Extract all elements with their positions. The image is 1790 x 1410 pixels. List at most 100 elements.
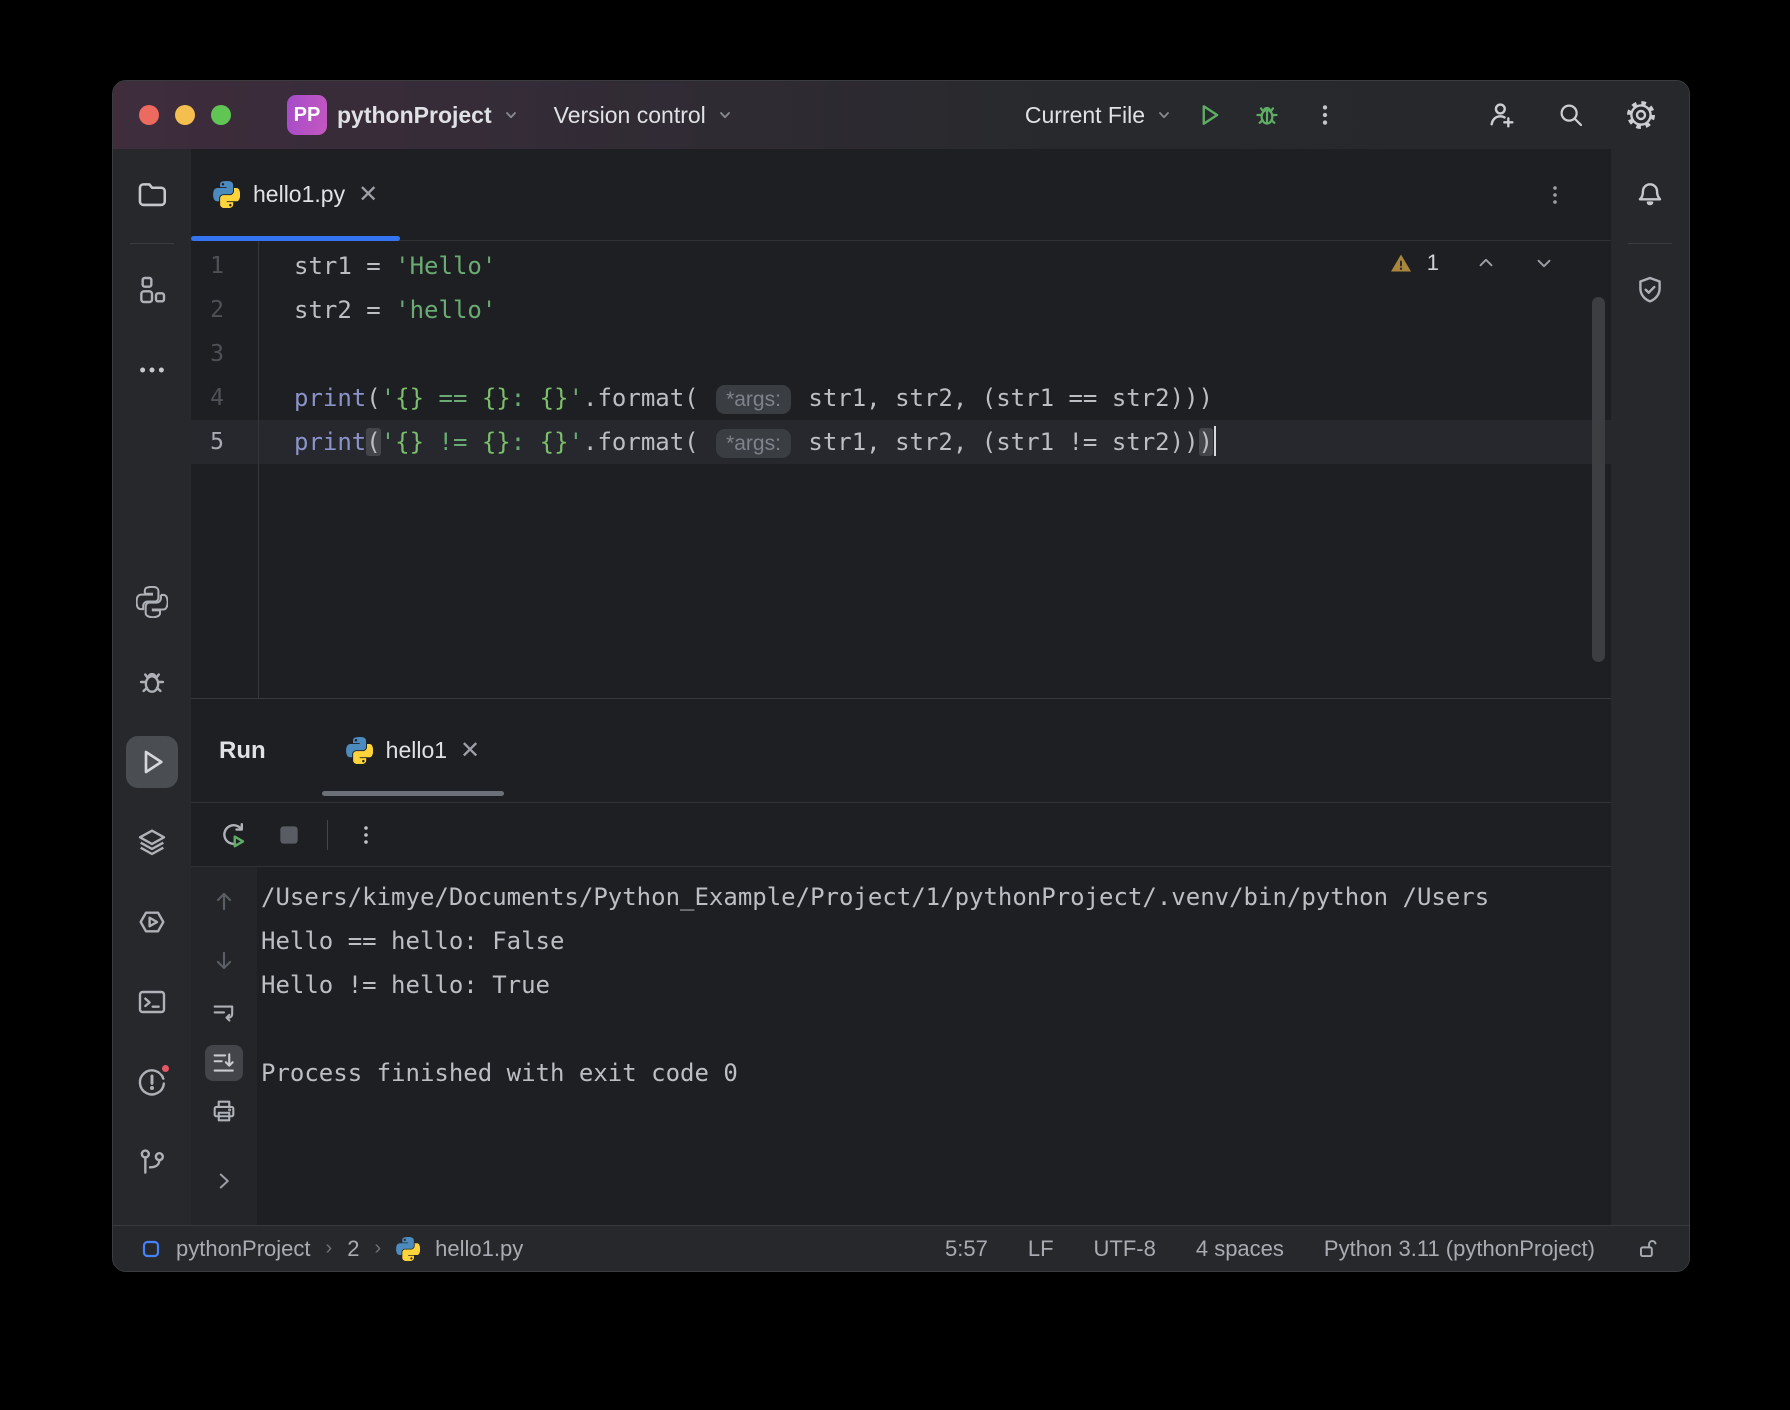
code-editor[interactable]: 1 str1 = 'Hello' 2 str2 = 'hello' 3 4 print('{… bbox=[191, 241, 1611, 698]
unlocked-icon[interactable] bbox=[1635, 1236, 1661, 1262]
run-tab-label: hello1 bbox=[385, 737, 448, 763]
scroll-down-button[interactable] bbox=[205, 943, 243, 979]
code-line[interactable]: 4 print('{} == {}: {}'.format( *args: str… bbox=[191, 376, 1611, 420]
line-number: 4 bbox=[210, 385, 224, 411]
scroll-up-button[interactable] bbox=[205, 883, 243, 919]
pycharm-window: PP pythonProject Version control Current… bbox=[112, 80, 1690, 1272]
console-more-options-button[interactable] bbox=[348, 817, 384, 853]
indent-widget[interactable]: 4 spaces bbox=[1196, 1236, 1284, 1262]
next-problem-button[interactable] bbox=[1533, 252, 1555, 274]
stop-icon bbox=[280, 825, 298, 844]
code-token: != bbox=[424, 428, 482, 456]
active-run-tab-indicator bbox=[321, 791, 505, 796]
structure-tool-window-button[interactable] bbox=[126, 264, 178, 316]
stop-button[interactable] bbox=[271, 817, 307, 853]
printer-icon bbox=[213, 1100, 235, 1122]
notifications-button[interactable] bbox=[1624, 169, 1676, 221]
code-with-me-button[interactable] bbox=[1479, 93, 1523, 137]
caret-position-widget[interactable]: 5:57 bbox=[945, 1236, 988, 1262]
minimize-window-button[interactable] bbox=[175, 105, 195, 125]
vcs-label: Version control bbox=[553, 101, 706, 128]
console-output[interactable]: /Users/kimye/Documents/Python_Example/Pr… bbox=[257, 867, 1611, 1225]
project-selector[interactable]: PP pythonProject bbox=[287, 95, 520, 135]
console-line: /Users/kimye/Documents/Python_Example/Pr… bbox=[261, 883, 1490, 911]
close-window-button[interactable] bbox=[139, 105, 159, 125]
python-file-icon bbox=[213, 181, 240, 208]
code-token: print bbox=[294, 384, 367, 412]
print-button[interactable] bbox=[205, 1093, 243, 1129]
chevron-down-icon bbox=[505, 112, 516, 119]
python-outline-icon bbox=[136, 586, 168, 618]
code-line[interactable]: 5 print('{} != {}: {}'.format( *args: str… bbox=[191, 420, 1611, 464]
code-line[interactable]: 2 str2 = 'hello' bbox=[191, 288, 1611, 332]
code-token: {} bbox=[539, 384, 569, 412]
console-line: Hello == hello: False bbox=[261, 927, 565, 955]
close-tab-button[interactable]: ✕ bbox=[358, 182, 378, 207]
run-tab-hello1[interactable]: hello1 ✕ bbox=[321, 699, 505, 802]
structure-icon bbox=[140, 276, 166, 304]
terminal-tool-window-button[interactable] bbox=[126, 976, 178, 1028]
debug-tool-window-button[interactable] bbox=[126, 656, 178, 708]
encoding-widget[interactable]: UTF-8 bbox=[1094, 1236, 1156, 1262]
code-line[interactable]: 3 bbox=[191, 332, 1611, 376]
python-console-tool-window-button[interactable] bbox=[126, 896, 178, 948]
gear-icon bbox=[1627, 101, 1655, 129]
folder-icon bbox=[138, 183, 167, 207]
line-separator-widget[interactable]: LF bbox=[1028, 1236, 1054, 1262]
debug-button[interactable] bbox=[1245, 93, 1289, 137]
tab-options-button[interactable] bbox=[1543, 149, 1567, 240]
toolbar-divider bbox=[327, 819, 328, 850]
right-tool-window-stripe bbox=[1611, 149, 1689, 1225]
interpreter-widget[interactable]: Python 3.11 (pythonProject) bbox=[1324, 1236, 1595, 1262]
close-run-tab-button[interactable]: ✕ bbox=[460, 738, 480, 763]
run-tool-window-button[interactable] bbox=[126, 736, 178, 788]
vcs-widget[interactable]: Version control bbox=[554, 102, 734, 129]
soft-wrap-button[interactable] bbox=[205, 995, 243, 1031]
editor-tab-hello1py[interactable]: hello1.py ✕ bbox=[191, 149, 401, 241]
run-configuration-label: Current File bbox=[1024, 101, 1145, 128]
code-token: str1, str2, (str1 == str2))) bbox=[793, 384, 1213, 412]
chevron-separator: › bbox=[325, 1237, 333, 1259]
code-token: {} bbox=[395, 384, 425, 412]
project-tool-window-button[interactable] bbox=[126, 169, 178, 221]
breadcrumb-file[interactable]: hello1.py bbox=[435, 1236, 523, 1262]
search-everywhere-button[interactable] bbox=[1549, 93, 1593, 137]
ellipsis-icon bbox=[140, 367, 164, 373]
terminal-icon bbox=[138, 990, 166, 1014]
previous-problem-button[interactable] bbox=[1475, 252, 1497, 274]
problems-tool-window-button[interactable] bbox=[126, 1056, 178, 1108]
code-lines: 1 str1 = 'Hello' 2 str2 = 'hello' 3 4 print('{… bbox=[191, 244, 1611, 464]
inspections-widget[interactable]: 1 bbox=[1389, 250, 1555, 276]
zoom-window-button[interactable] bbox=[211, 105, 231, 125]
rerun-button[interactable] bbox=[215, 817, 251, 853]
settings-button[interactable] bbox=[1619, 93, 1663, 137]
scroll-to-end-button[interactable] bbox=[205, 1045, 243, 1081]
code-token: str1 = bbox=[294, 252, 396, 280]
arrow-up-icon bbox=[216, 892, 232, 911]
security-analysis-button[interactable] bbox=[1624, 264, 1676, 316]
editor-tab-label: hello1.py bbox=[253, 181, 346, 207]
shield-check-icon bbox=[1639, 276, 1661, 303]
version-control-tool-window-button[interactable] bbox=[126, 1136, 178, 1188]
more-tool-windows-button[interactable] bbox=[126, 344, 178, 396]
code-token: str1, str2, (str1 != str2)) bbox=[793, 428, 1199, 456]
more-actions-button[interactable] bbox=[1303, 93, 1347, 137]
python-packages-tool-window-button[interactable] bbox=[126, 576, 178, 628]
bell-icon bbox=[1638, 183, 1662, 206]
inline-parameter-hint: *args: bbox=[716, 429, 791, 458]
kebab-menu-icon bbox=[364, 825, 368, 844]
services-tool-window-button[interactable] bbox=[126, 816, 178, 868]
kebab-menu-icon bbox=[1322, 105, 1328, 125]
console-line: Hello != hello: True bbox=[261, 971, 550, 999]
search-icon bbox=[1560, 104, 1583, 127]
expand-console-toolbar-button[interactable] bbox=[205, 1163, 243, 1199]
editor-scrollbar[interactable] bbox=[1592, 297, 1605, 662]
gutter-separator bbox=[258, 241, 259, 698]
line-number: 2 bbox=[210, 297, 224, 323]
run-configuration-selector[interactable]: Current File bbox=[1025, 102, 1173, 129]
breadcrumb-folder[interactable]: 2 bbox=[347, 1236, 359, 1262]
console-toolbar bbox=[191, 867, 257, 1225]
run-button[interactable] bbox=[1187, 93, 1231, 137]
breadcrumb-project[interactable]: pythonProject bbox=[176, 1236, 311, 1262]
scroll-to-end-icon bbox=[213, 1053, 234, 1072]
